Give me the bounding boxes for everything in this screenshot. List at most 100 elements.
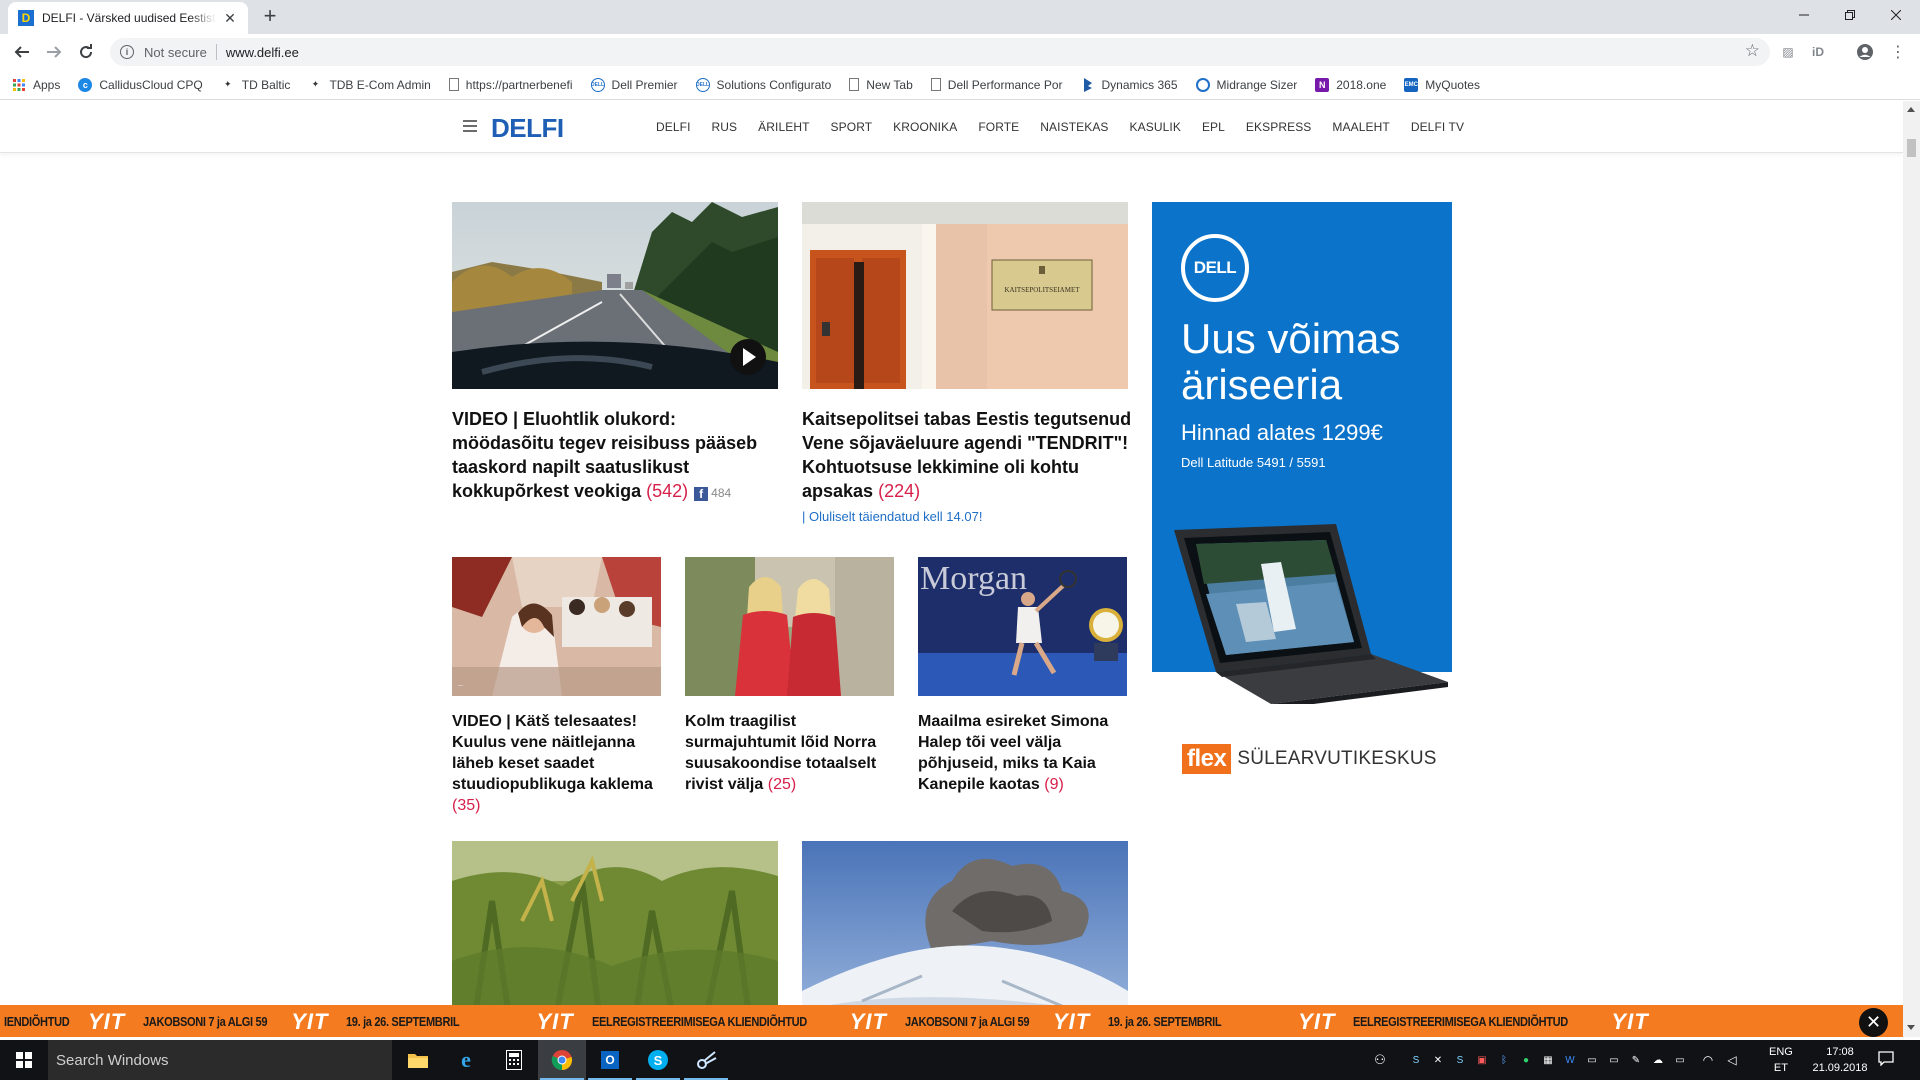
taskbar-chrome[interactable] — [538, 1040, 586, 1080]
bookmark-td-baltic[interactable]: ✦ TD Baltic — [221, 78, 290, 92]
wifi-icon[interactable]: ◠ — [1700, 1052, 1716, 1068]
taskbar-outlook[interactable]: O — [586, 1040, 634, 1080]
onedrive-icon[interactable]: ☁ — [1650, 1052, 1666, 1068]
nav-item-sport[interactable]: SPORT — [831, 120, 873, 134]
nav-item-kroonika[interactable]: KROONIKA — [893, 120, 957, 134]
bookmark-tdb-ecom[interactable]: ✦ TDB E-Com Admin — [308, 78, 431, 92]
security-status[interactable]: Not secure — [144, 45, 207, 60]
new-tab-button[interactable]: + — [258, 5, 282, 29]
bookmark-solutions-configurator[interactable]: DELL Solutions Configurato — [695, 77, 831, 92]
minimize-window-button[interactable] — [1781, 0, 1827, 30]
article-image-tv-show[interactable]: — — [452, 557, 661, 696]
flex-sponsor[interactable]: flex SÜLEARVUTIKESKUS — [1182, 744, 1437, 774]
pen-tray-icon[interactable]: ✎ — [1628, 1052, 1644, 1068]
taskbar-internet-explorer[interactable]: e — [442, 1040, 490, 1080]
article-headline-norway[interactable]: Kolm traagilist surmajuhtumit lõid Norra… — [685, 711, 890, 795]
comment-count[interactable]: (25) — [768, 776, 796, 793]
article-headline-kapo[interactable]: Kaitsepolitsei tabas Eestis tegutsenud V… — [802, 407, 1132, 503]
taskbar-file-explorer[interactable] — [394, 1040, 442, 1080]
back-button[interactable] — [10, 40, 34, 64]
bookmark-dell-premier[interactable]: DELL Dell Premier — [590, 77, 678, 92]
tray-app-icon[interactable]: ✕ — [1430, 1052, 1446, 1068]
info-icon[interactable]: i — [120, 45, 134, 59]
taskbar-calculator[interactable] — [490, 1040, 538, 1080]
page-icon — [448, 78, 459, 91]
bookmark-dynamics-365[interactable]: Dynamics 365 — [1081, 77, 1178, 92]
bookmark-midrange-sizer[interactable]: Midrange Sizer — [1195, 77, 1297, 92]
headline-text[interactable]: Maailma esireket Simona Halep tõi veel v… — [918, 713, 1108, 793]
browser-tab-delfi[interactable]: D DELFI - Värsked uudised Eestist ja ✕ — [8, 2, 248, 34]
article-image-kapo[interactable]: KAITSEPOLITSEIAMET — [802, 202, 1128, 389]
pdf-tray-icon[interactable]: ▣ — [1474, 1052, 1490, 1068]
bookmark-star-icon[interactable]: ☆ — [1745, 41, 1760, 61]
ticker-close-button[interactable]: ✕ — [1859, 1008, 1888, 1037]
article-headline-halep[interactable]: Maailma esireket Simona Halep tõi veel v… — [918, 711, 1133, 795]
skype-tray-icon[interactable]: S — [1408, 1052, 1424, 1068]
article-image-tennis[interactable]: Morgan — [918, 557, 1127, 696]
nav-item-forte[interactable]: FORTE — [978, 120, 1019, 134]
nav-item-epl[interactable]: EPL — [1202, 120, 1225, 134]
dell-laptop-image[interactable] — [1166, 524, 1448, 709]
address-bar[interactable]: i Not secure www.delfi.ee ☆ — [110, 38, 1770, 66]
network-device-icon[interactable]: ▦ — [1540, 1052, 1556, 1068]
id-extension-icon[interactable]: iD — [1808, 42, 1828, 62]
article-headline-tv-fight[interactable]: VIDEO | Kätš telesaates! Kuulus vene näi… — [452, 711, 657, 816]
sync-tray-icon[interactable]: ● — [1518, 1052, 1534, 1068]
word-tray-icon[interactable]: W — [1562, 1052, 1578, 1068]
bluetooth-icon[interactable]: ᛒ — [1496, 1052, 1512, 1068]
article-headline-bus[interactable]: VIDEO | Eluohtlik olukord: möödasõitu te… — [452, 407, 782, 505]
tab-close-icon[interactable]: ✕ — [222, 10, 238, 27]
nav-item-kasulik[interactable]: KASULIK — [1130, 120, 1181, 134]
comment-count[interactable]: (9) — [1044, 776, 1064, 793]
comment-count[interactable]: (542) — [646, 481, 688, 501]
headline-text[interactable]: Kaitsepolitsei tabas Eestis tegutsenud V… — [802, 409, 1131, 501]
bookmark-calliduscloud[interactable]: c CallidusCloud CPQ — [78, 77, 203, 92]
hamburger-menu-icon[interactable] — [463, 120, 477, 132]
skype-business-tray-icon[interactable]: S — [1452, 1052, 1468, 1068]
browser-menu-icon[interactable]: ⋮ — [1888, 42, 1908, 62]
nav-item-maaleht[interactable]: MAALEHT — [1332, 120, 1389, 134]
scroll-down-icon[interactable] — [1907, 1025, 1915, 1030]
bookmark-new-tab[interactable]: New Tab — [849, 78, 913, 92]
bookmark-dell-performance[interactable]: Dell Performance Por — [930, 78, 1063, 92]
nav-item-delfi[interactable]: DELFI — [656, 120, 691, 134]
start-button[interactable] — [0, 1040, 48, 1080]
reload-button[interactable] — [74, 40, 98, 64]
bookmark-myquotes[interactable]: EMC MyQuotes — [1404, 77, 1480, 92]
nav-item-arileht[interactable]: ÄRILEHT — [758, 120, 809, 134]
windows-search-box[interactable]: Search Windows — [48, 1040, 392, 1080]
comment-count[interactable]: (35) — [452, 797, 480, 814]
input-language[interactable]: ENG ET — [1769, 1044, 1793, 1076]
url-text[interactable]: www.delfi.ee — [226, 45, 299, 60]
extension-icon[interactable]: ▨ — [1778, 42, 1798, 62]
page-scrollbar[interactable] — [1903, 101, 1920, 1037]
nav-item-naistekas[interactable]: NAISTEKAS — [1040, 120, 1108, 134]
scroll-thumb[interactable] — [1907, 139, 1916, 157]
bookmark-apps[interactable]: Apps — [12, 78, 60, 92]
monitor-tray-icon[interactable]: ▭ — [1606, 1052, 1622, 1068]
nav-item-delfi-tv[interactable]: DELFI TV — [1411, 120, 1464, 134]
yit-ticker-banner[interactable]: IENDIÕHTUD YIT JAKOBSONI 7 ja ALGI 59 YI… — [0, 1005, 1903, 1037]
nav-item-rus[interactable]: RUS — [712, 120, 738, 134]
action-center-icon[interactable] — [1876, 1050, 1896, 1070]
delfi-logo[interactable]: DELFI — [491, 113, 564, 144]
battery-icon[interactable]: ▭ — [1672, 1052, 1688, 1068]
article-image-norway-skiers[interactable] — [685, 557, 894, 696]
comment-count[interactable]: (224) — [878, 481, 920, 501]
article-image-road[interactable] — [452, 202, 778, 389]
system-clock[interactable]: 17:08 21.09.2018 — [1808, 1044, 1872, 1076]
restore-window-button[interactable] — [1827, 0, 1873, 30]
scroll-up-icon[interactable] — [1907, 107, 1915, 112]
nav-item-ekspress[interactable]: EKSPRESS — [1246, 120, 1312, 134]
forward-button[interactable] — [42, 40, 66, 64]
bookmark-2018-one[interactable]: N 2018.one — [1315, 77, 1386, 92]
profile-avatar-icon[interactable] — [1855, 42, 1875, 62]
volume-icon[interactable]: ◁ — [1724, 1052, 1740, 1068]
headline-text[interactable]: VIDEO | Kätš telesaates! Kuulus vene näi… — [452, 713, 653, 793]
bookmark-partnerbenefit[interactable]: https://partnerbenefi — [448, 78, 573, 92]
people-icon[interactable]: ⚇ — [1372, 1052, 1388, 1068]
taskbar-skype[interactable]: S — [634, 1040, 682, 1080]
close-window-button[interactable] — [1873, 0, 1919, 30]
display-tray-icon[interactable]: ▭ — [1584, 1052, 1600, 1068]
taskbar-snipping-tool[interactable] — [682, 1040, 730, 1080]
